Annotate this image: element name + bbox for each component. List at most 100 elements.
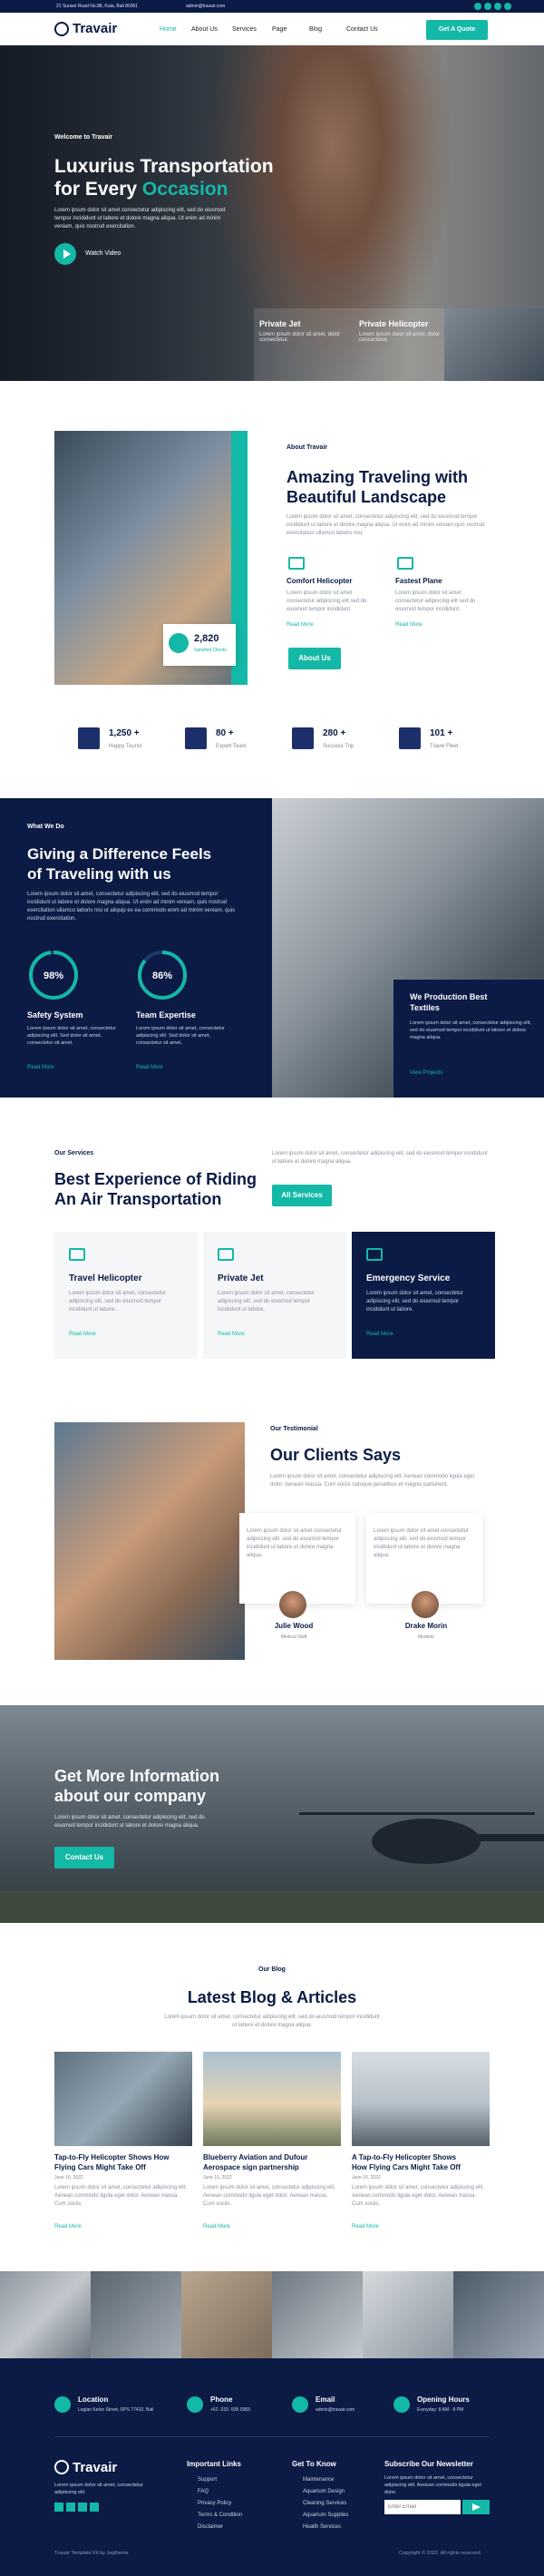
- hero-card-jet[interactable]: Private Jet Lorem ipsum dolor sit amet, …: [254, 308, 354, 381]
- read-more-link[interactable]: Read More: [136, 1065, 163, 1070]
- contact-value[interactable]: admin@travair.com: [316, 2407, 355, 2413]
- nav-item-home[interactable]: Home: [160, 26, 177, 33]
- all-services-button[interactable]: All Services: [272, 1185, 332, 1206]
- read-more-link[interactable]: Read More: [287, 622, 314, 628]
- logo-icon[interactable]: [54, 22, 69, 36]
- nav-item-about[interactable]: About Us: [191, 26, 218, 33]
- difference-title: Giving a Difference Feels: [27, 845, 212, 863]
- testimonial-card: Lorem ipsum dolor sit amet consectetur a…: [366, 1513, 482, 1604]
- read-more-link[interactable]: Read More: [27, 1065, 54, 1070]
- hero-text: Lorem ipsum dolor sit amet consectetur a…: [54, 208, 226, 229]
- blog-title: Latest Blog & Articles: [187, 1988, 357, 2006]
- read-more-link[interactable]: Read More: [218, 1332, 245, 1337]
- read-more-link[interactable]: Read More: [69, 1332, 96, 1337]
- difference-eyebrow: What We Do: [27, 824, 64, 830]
- gallery-image[interactable]: [0, 2271, 91, 2358]
- service-card[interactable]: Travel Helicopter Lorem ipsum dolor sit …: [54, 1232, 198, 1359]
- brand-logo[interactable]: Travair: [73, 21, 117, 36]
- footer-link[interactable]: Support: [198, 2474, 242, 2486]
- copyright-left: Travair Template Kit by Jegtheme: [54, 2551, 129, 2556]
- facebook-icon[interactable]: [474, 2, 481, 10]
- instagram-icon[interactable]: [78, 2503, 87, 2512]
- view-projects-link[interactable]: View Projects: [410, 1070, 442, 1076]
- client-name: Julie Wood: [274, 1622, 314, 1630]
- instagram-icon[interactable]: [494, 2, 501, 10]
- facebook-icon[interactable]: [54, 2503, 63, 2512]
- contact-value[interactable]: +62 -333 -935 0983: [210, 2407, 250, 2413]
- blog-image[interactable]: [203, 2052, 341, 2146]
- gallery-image[interactable]: [272, 2271, 363, 2358]
- nav-item-services[interactable]: Services: [232, 26, 257, 33]
- youtube-icon[interactable]: [90, 2503, 99, 2512]
- footer-link[interactable]: Privacy Policy: [198, 2498, 242, 2510]
- nav-item-page[interactable]: Page: [272, 26, 287, 33]
- play-icon[interactable]: [169, 633, 189, 653]
- play-icon[interactable]: [54, 243, 76, 265]
- footer-brand[interactable]: Travair: [73, 2460, 117, 2475]
- newsletter-email-input[interactable]: [384, 2500, 461, 2514]
- services-title-line2: An Air Transportation: [54, 1190, 222, 1208]
- gallery-image[interactable]: [363, 2271, 453, 2358]
- footer-social: [54, 2500, 99, 2516]
- footer-link[interactable]: Cleaning Services: [303, 2498, 348, 2510]
- hero-card-helicopter[interactable]: Private Helicopter Lorem ipsum dolor sit…: [354, 308, 453, 381]
- blog-post-title[interactable]: A Tap-to-Fly Helicopter Shows: [352, 2153, 490, 2161]
- youtube-icon[interactable]: [504, 2, 511, 10]
- fleet-icon: [399, 727, 421, 749]
- twitter-icon[interactable]: [66, 2503, 75, 2512]
- blog-date: June 16, 2022: [352, 2175, 381, 2181]
- stat-value: 280 +: [323, 728, 346, 738]
- difference-title-line2: of Traveling with us: [27, 865, 171, 883]
- team-icon: [185, 727, 207, 749]
- service-card[interactable]: Private Jet Lorem ipsum dolor sit amet, …: [203, 1232, 346, 1359]
- testimonial-text: Lorem ipsum dolor sit amet, consectetur …: [270, 1474, 475, 1488]
- footer-link[interactable]: Terms & Condition: [198, 2510, 242, 2522]
- read-more-link[interactable]: Read More: [54, 2224, 82, 2230]
- about-us-button[interactable]: About Us: [288, 648, 341, 669]
- blog-post-title-line2[interactable]: Flying Cars Might Take Off: [54, 2163, 192, 2171]
- feature-text: Lorem ipsum dolor sit amet consectetur a…: [395, 590, 476, 612]
- about-eyebrow: About Travair: [287, 444, 328, 451]
- logo-icon[interactable]: [54, 2460, 69, 2474]
- service-card-active[interactable]: Emergency Service Lorem ipsum dolor sit …: [352, 1232, 495, 1359]
- blog-image[interactable]: [352, 2052, 490, 2146]
- read-more-link[interactable]: Read More: [395, 622, 423, 628]
- client-name: Drake Morin: [404, 1622, 448, 1630]
- helicopter-icon: [69, 1248, 85, 1261]
- get-quote-button[interactable]: Get A Quote: [426, 20, 488, 40]
- footer-link[interactable]: Aquarium Supplies: [303, 2510, 348, 2522]
- footer-link[interactable]: Disclaimer: [198, 2522, 242, 2533]
- footer-link[interactable]: Maintenance: [303, 2474, 348, 2486]
- ring-title: Safety System: [27, 1010, 83, 1020]
- nav-item-blog[interactable]: Blog: [309, 26, 322, 33]
- contact-title: Phone: [210, 2395, 233, 2404]
- tourist-icon: [78, 727, 100, 749]
- topbar-email[interactable]: admin@travair.com: [186, 0, 225, 13]
- read-more-link[interactable]: Read More: [366, 1332, 393, 1337]
- gallery-image[interactable]: [91, 2271, 181, 2358]
- location-icon: [54, 2396, 71, 2413]
- footer-link[interactable]: Aquarium Design: [303, 2486, 348, 2498]
- footer-link[interactable]: Health Services: [303, 2522, 348, 2533]
- blog-post-title-line2[interactable]: Aerospace sign partnership: [203, 2163, 341, 2171]
- address-text: 21 Sunset Road No.88, Kuta, Bali 80361: [56, 4, 139, 9]
- avatar: [412, 1591, 439, 1618]
- contact-us-button[interactable]: Contact Us: [54, 1847, 114, 1869]
- blog-post-title[interactable]: Blueberry Aviation and Dufour: [203, 2153, 341, 2161]
- watch-video-link[interactable]: Watch Video: [85, 250, 121, 257]
- gallery-image[interactable]: [181, 2271, 272, 2358]
- safety-ring: 98%: [29, 951, 78, 1000]
- blog-post-title[interactable]: Tap-to-Fly Helicopter Shows How: [54, 2153, 192, 2161]
- newsletter-submit-button[interactable]: [462, 2500, 490, 2514]
- read-more-link[interactable]: Read More: [203, 2224, 230, 2230]
- twitter-icon[interactable]: [484, 2, 491, 10]
- read-more-link[interactable]: Read More: [352, 2224, 379, 2230]
- nav-item-contact[interactable]: Contact Us: [346, 26, 378, 33]
- blog-post-title-line2[interactable]: How Flying Cars Might Take Off: [352, 2163, 490, 2171]
- footer-link[interactable]: FAQ: [198, 2486, 242, 2498]
- hero-title-line2: for Every Occasion: [54, 179, 228, 200]
- blog-date: June 16, 2022: [54, 2175, 83, 2181]
- satisfied-clients-badge: 2,820 Satisfied Clients: [163, 624, 236, 666]
- gallery-image[interactable]: [453, 2271, 544, 2358]
- blog-image[interactable]: [54, 2052, 192, 2146]
